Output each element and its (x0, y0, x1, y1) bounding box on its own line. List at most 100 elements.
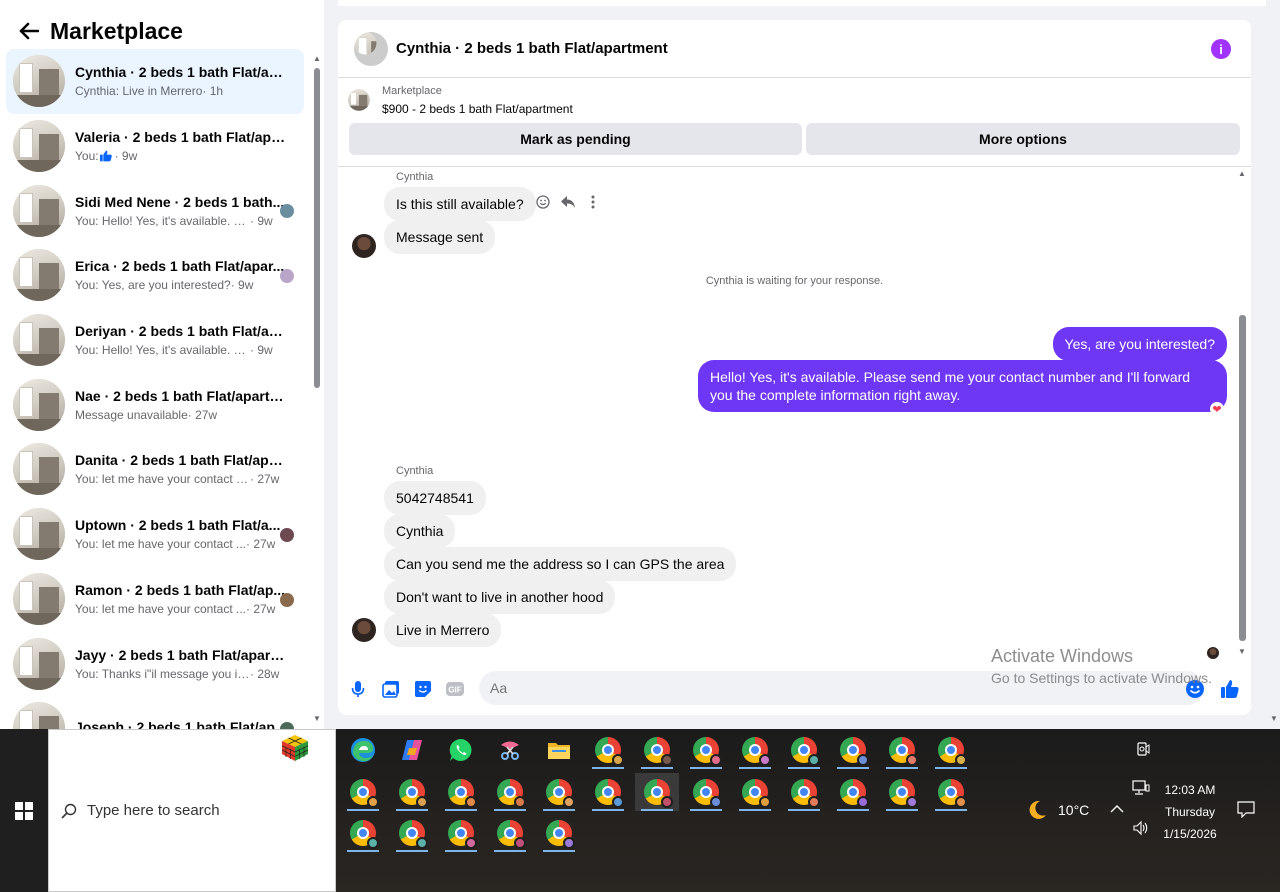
copilot-icon[interactable] (390, 731, 434, 769)
conversation-item[interactable]: Deriyan · 2 beds 1 bath Flat/apa... You: … (6, 308, 304, 373)
file-explorer-icon[interactable] (537, 731, 581, 769)
volume-icon[interactable] (1132, 819, 1150, 837)
chrome-profile-icon[interactable] (733, 773, 777, 811)
scroll-down-icon[interactable]: ▼ (1270, 715, 1278, 723)
chrome-profile-icon[interactable] (341, 773, 385, 811)
windows-start-icon[interactable] (0, 729, 48, 892)
chrome-profile-icon[interactable] (537, 773, 581, 811)
chrome-profile-icon[interactable] (390, 814, 434, 852)
more-icon[interactable] (584, 193, 602, 211)
incoming-message[interactable]: Is this still available? (384, 187, 536, 221)
incoming-message[interactable]: Live in Merrero (384, 613, 502, 647)
top-strip (338, 0, 1280, 6)
chrome-profile-icon[interactable] (586, 731, 630, 769)
incoming-message[interactable]: Message sent (384, 220, 496, 254)
outgoing-message[interactable]: Yes, are you interested? (1052, 327, 1227, 361)
incoming-message[interactable]: Don't want to live in another hood (384, 580, 616, 614)
chrome-profile-icon[interactable] (586, 773, 630, 811)
listing-thumbnail (13, 120, 65, 173)
composer: GIF (338, 668, 1251, 712)
chrome-profile-icon[interactable] (488, 814, 532, 852)
thread-scroll-thumb[interactable] (1239, 315, 1246, 641)
chrome-profile-icon[interactable] (880, 773, 924, 811)
info-icon[interactable]: i (1211, 39, 1231, 59)
sidebar-scrollbar[interactable]: ▲ ▼ (313, 55, 321, 723)
scroll-up-icon[interactable]: ▲ (1238, 170, 1246, 178)
meet-now-icon[interactable] (1134, 740, 1152, 758)
scroll-up-icon[interactable]: ▲ (313, 55, 321, 63)
sticker-icon[interactable] (412, 678, 434, 700)
conversation-title: Joseph · 2 beds 1 bath Flat/ap... (75, 719, 287, 729)
taskbar: Type here to search 10°C 12:03 AM Thursd… (0, 729, 1280, 892)
chrome-profile-icon[interactable] (439, 773, 483, 811)
mark-as-pending-button[interactable]: Mark as pending (349, 123, 802, 155)
chrome-profile-icon[interactable] (488, 773, 532, 811)
chrome-profile-icon[interactable] (537, 814, 581, 852)
chrome-profile-icon[interactable] (733, 731, 777, 769)
conversation-item[interactable]: Erica · 2 beds 1 bath Flat/apar... You: Y… (6, 243, 304, 308)
reply-icon[interactable] (559, 193, 577, 211)
chrome-profile-icon[interactable] (782, 731, 826, 769)
chevron-up-icon[interactable] (1108, 800, 1126, 818)
chat-title[interactable]: Cynthia · 2 beds 1 bath Flat/apartment (396, 40, 668, 57)
conversation-time: · 27w (246, 537, 276, 552)
photo-icon[interactable] (380, 678, 402, 700)
conversation-item[interactable]: Nae · 2 beds 1 bath Flat/apartm... Messag… (6, 372, 304, 437)
chrome-profile-icon[interactable] (929, 773, 973, 811)
snipping-icon[interactable] (488, 731, 532, 769)
chrome-profile-icon[interactable] (635, 731, 679, 769)
incoming-message[interactable]: 5042748541 (384, 481, 486, 515)
conversation-item[interactable]: Ramon · 2 beds 1 bath Flat/ap... You: let… (6, 567, 304, 632)
chrome-profile-icon[interactable] (684, 773, 728, 811)
chrome-profile-icon[interactable] (635, 773, 679, 811)
conversation-item[interactable]: Sidi Med Nene · 2 beds 1 bath... You: Hel… (6, 178, 304, 243)
status-note: Cynthia is waiting for your response. (705, 275, 884, 287)
chrome-profile-icon[interactable] (684, 731, 728, 769)
scroll-down-icon[interactable]: ▼ (1238, 648, 1246, 656)
edge-icon[interactable] (341, 731, 385, 769)
conversation-item[interactable]: Danita · 2 beds 1 bath Flat/apart... You:… (6, 437, 304, 502)
chrome-profile-icon[interactable] (782, 773, 826, 811)
thread-scrollbar[interactable]: ▲ ▼ (1237, 167, 1247, 656)
emoji-icon[interactable] (1184, 678, 1206, 700)
sidebar-scroll-thumb[interactable] (314, 68, 320, 388)
more-options-button[interactable]: More options (806, 123, 1240, 155)
chrome-profile-icon[interactable] (341, 814, 385, 852)
scroll-down-icon[interactable]: ▼ (313, 715, 321, 723)
conversation-item[interactable]: Jayy · 2 beds 1 bath Flat/apartm... You: … (6, 631, 304, 696)
whatsapp-icon[interactable] (439, 731, 483, 769)
listing-summary[interactable]: Marketplace $900 - 2 beds 1 bath Flat/ap… (348, 84, 573, 118)
conversation-item[interactable]: Cynthia · 2 beds 1 bath Flat/apar... Cynt… (6, 49, 304, 114)
weather-widget[interactable]: 10°C (1026, 799, 1089, 821)
outgoing-message[interactable]: Hello! Yes, it's available. Please send … (698, 360, 1227, 412)
listing-thumbnail (13, 637, 65, 690)
thumbs-up-icon[interactable] (1219, 678, 1241, 700)
listing-avatar[interactable] (354, 31, 388, 66)
sender-avatar[interactable] (352, 618, 376, 642)
react-icon[interactable] (534, 193, 552, 211)
message-input[interactable] (479, 671, 1204, 705)
conversation-time: · 27w (250, 472, 280, 487)
sender-avatar[interactable] (352, 234, 376, 258)
weather-temperature: 10°C (1058, 802, 1090, 818)
notifications-icon[interactable] (1237, 800, 1255, 818)
network-icon[interactable] (1132, 779, 1150, 797)
heart-reaction-icon[interactable]: ❤ (1210, 402, 1224, 416)
gif-icon[interactable]: GIF (444, 678, 466, 700)
back-arrow-icon[interactable] (16, 18, 42, 44)
chrome-profile-icon[interactable] (831, 773, 875, 811)
rubiks-cube-icon[interactable] (280, 733, 310, 763)
chrome-profile-icon[interactable] (831, 731, 875, 769)
chrome-profile-icon[interactable] (929, 731, 973, 769)
incoming-message[interactable]: Cynthia (384, 514, 456, 548)
like-icon (99, 150, 113, 162)
conversation-item[interactable]: Joseph · 2 beds 1 bath Flat/ap... (6, 696, 304, 729)
chrome-profile-icon[interactable] (880, 731, 924, 769)
chrome-profile-icon[interactable] (439, 814, 483, 852)
clock[interactable]: 12:03 AM Thursday 1/15/2026 (1160, 779, 1220, 845)
conversation-item[interactable]: Valeria · 2 beds 1 bath Flat/apart... You… (6, 114, 304, 179)
conversation-item[interactable]: Uptown · 2 beds 1 bath Flat/a... You: let… (6, 502, 304, 567)
microphone-icon[interactable] (347, 678, 369, 700)
chrome-profile-icon[interactable] (390, 773, 434, 811)
incoming-message[interactable]: Can you send me the address so I can GPS… (384, 547, 737, 581)
